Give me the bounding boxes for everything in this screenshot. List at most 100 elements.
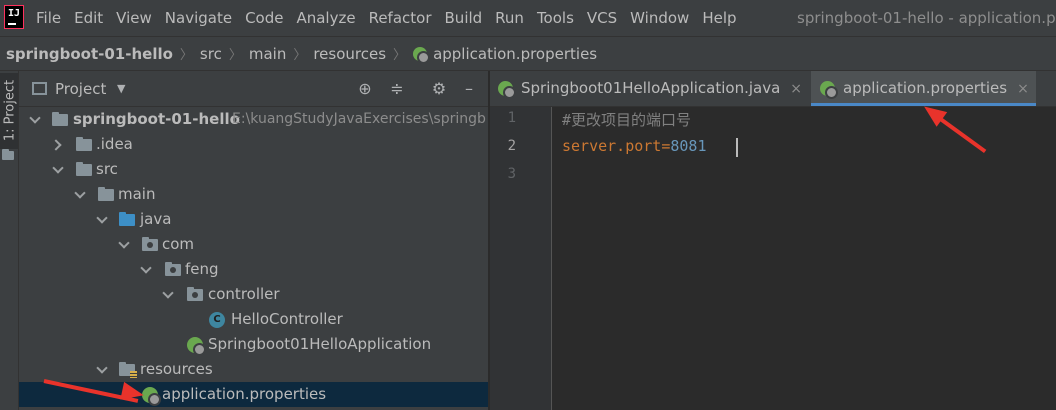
menu-view[interactable]: View xyxy=(116,0,152,36)
project-view-icon xyxy=(32,82,47,95)
expand-arrow-icon[interactable] xyxy=(162,287,174,299)
text-caret xyxy=(736,138,738,157)
expand-arrow-icon[interactable] xyxy=(96,362,108,374)
expand-arrow-icon[interactable] xyxy=(140,262,152,274)
line-number: 3 xyxy=(507,166,516,182)
module-path-hint: E:\kuangStudyJavaExercises\springb xyxy=(232,111,486,127)
menu-bar: IJ File Edit View Navigate Code Analyze … xyxy=(0,0,1056,36)
code-line-2: server.port=8081 xyxy=(562,137,707,155)
breadcrumb-src[interactable]: src xyxy=(200,45,222,63)
tree-item-main[interactable]: main xyxy=(19,182,488,207)
module-folder-icon xyxy=(52,112,68,126)
breadcrumb-resources[interactable]: resources xyxy=(313,45,386,63)
chevron-right-icon: 〉 xyxy=(393,48,407,63)
expand-arrow-icon[interactable] xyxy=(118,237,130,249)
tree-item-idea[interactable]: .idea xyxy=(19,132,488,157)
code-editor[interactable]: #更改项目的端口号 server.port=8081 xyxy=(553,107,1056,410)
tree-item-label: main xyxy=(118,185,156,203)
close-icon[interactable]: × xyxy=(1017,81,1029,97)
menu-navigate[interactable]: Navigate xyxy=(165,0,232,36)
spring-boot-class-icon xyxy=(498,81,516,99)
tree-item-label: springboot-01-hello xyxy=(73,110,240,128)
tree-item-label: com xyxy=(162,235,195,253)
spring-properties-icon xyxy=(413,46,431,64)
menu-refactor[interactable]: Refactor xyxy=(369,0,432,36)
tree-item-resources[interactable]: resources xyxy=(19,357,488,382)
tab-springboot01helloapplication[interactable]: Springboot01HelloApplication.java × xyxy=(498,71,810,106)
expand-arrow-icon[interactable] xyxy=(74,187,86,199)
tree-item-feng[interactable]: feng xyxy=(19,257,488,282)
tree-item-application-class[interactable]: Springboot01HelloApplication xyxy=(19,332,488,357)
project-tool-tab-label: 1: Project xyxy=(2,79,18,142)
tree-item-label: Springboot01HelloApplication xyxy=(208,335,432,353)
project-tree: springboot-01-hello E:\kuangStudyJavaExe… xyxy=(19,107,488,410)
tree-item-module[interactable]: springboot-01-hello E:\kuangStudyJavaExe… xyxy=(19,107,488,132)
tree-item-hellocontroller[interactable]: C HelloController xyxy=(19,307,488,332)
hide-icon[interactable]: – xyxy=(460,80,478,98)
property-value: 8081 xyxy=(670,137,707,155)
line-number: 2 xyxy=(507,138,516,154)
line-number-gutter: 1 2 3 xyxy=(490,107,552,410)
tab-label: application.properties xyxy=(843,79,1008,97)
menu-run[interactable]: Run xyxy=(495,0,524,36)
chevron-right-icon: 〉 xyxy=(228,48,242,63)
breadcrumb-file[interactable]: application.properties xyxy=(433,45,597,63)
property-key: server.port xyxy=(562,137,662,155)
window-title: springboot-01-hello - application.pr xyxy=(797,9,1056,27)
tree-item-label: feng xyxy=(185,260,219,278)
menu-window[interactable]: Window xyxy=(630,0,689,36)
source-folder-icon xyxy=(119,212,135,226)
project-panel-header: Project ▼ ⊕ ≑ ⚙ – xyxy=(19,71,488,107)
main-menu: File Edit View Navigate Code Analyze Ref… xyxy=(36,0,750,36)
package-icon xyxy=(142,237,158,251)
folder-icon xyxy=(76,162,92,176)
tab-application-properties[interactable]: application.properties × xyxy=(811,71,1036,106)
locate-crosshair-icon[interactable]: ⊕ xyxy=(356,80,374,98)
class-icon: C xyxy=(209,312,225,328)
menu-build[interactable]: Build xyxy=(445,0,483,36)
dropdown-arrow-icon[interactable]: ▼ xyxy=(117,71,125,107)
package-icon xyxy=(165,262,181,276)
menu-vcs[interactable]: VCS xyxy=(587,0,617,36)
menu-code[interactable]: Code xyxy=(245,0,283,36)
collapse-arrow-icon[interactable] xyxy=(50,139,62,151)
editor-tab-bar: Springboot01HelloApplication.java × appli… xyxy=(490,71,1056,107)
project-panel-title[interactable]: Project xyxy=(55,71,106,107)
tree-item-com[interactable]: com xyxy=(19,232,488,257)
project-tool-tab[interactable]: 1: Project xyxy=(0,73,18,149)
expand-arrow-icon[interactable] xyxy=(29,112,41,124)
folder-icon xyxy=(76,137,92,151)
folder-icon xyxy=(2,149,14,160)
folder-icon xyxy=(98,187,114,201)
tree-item-label: controller xyxy=(208,285,280,303)
spring-boot-class-icon xyxy=(187,337,206,356)
menu-edit[interactable]: Edit xyxy=(74,0,103,36)
collapse-all-icon[interactable]: ≑ xyxy=(388,80,406,98)
breadcrumb-project[interactable]: springboot-01-hello xyxy=(6,45,173,63)
tree-item-label: java xyxy=(140,210,172,228)
tree-item-label: resources xyxy=(140,360,213,378)
tree-item-application-properties[interactable]: application.properties xyxy=(19,382,488,407)
tree-item-label: .idea xyxy=(96,135,133,153)
comment-text: #更改项目的端口号 xyxy=(562,111,692,129)
package-icon xyxy=(187,287,203,301)
menu-file[interactable]: File xyxy=(36,0,61,36)
menu-help[interactable]: Help xyxy=(702,0,736,36)
tree-item-java[interactable]: java xyxy=(19,207,488,232)
tree-item-label: HelloController xyxy=(231,310,343,328)
tree-item-src[interactable]: src xyxy=(19,157,488,182)
gear-icon[interactable]: ⚙ xyxy=(430,80,448,98)
tree-item-label: application.properties xyxy=(162,385,327,403)
breadcrumb-main[interactable]: main xyxy=(249,45,286,63)
chevron-right-icon: 〉 xyxy=(293,48,307,63)
intellij-logo-icon: IJ xyxy=(4,5,24,29)
close-icon[interactable]: × xyxy=(790,81,802,97)
expand-arrow-icon[interactable] xyxy=(96,212,108,224)
menu-analyze[interactable]: Analyze xyxy=(296,0,355,36)
breadcrumb: springboot-01-hello 〉 src 〉 main 〉 resou… xyxy=(0,36,1056,71)
resources-folder-icon xyxy=(119,362,137,378)
expand-arrow-icon[interactable] xyxy=(52,162,64,174)
tree-item-controller[interactable]: controller xyxy=(19,282,488,307)
spring-properties-icon xyxy=(820,81,838,99)
menu-tools[interactable]: Tools xyxy=(537,0,574,36)
